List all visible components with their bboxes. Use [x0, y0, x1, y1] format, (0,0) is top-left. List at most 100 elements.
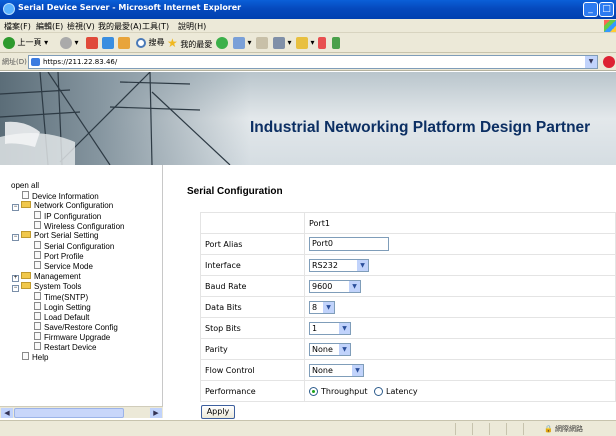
- port-column-header: Port1: [304, 212, 616, 234]
- baud-rate-label: Baud Rate: [200, 275, 305, 297]
- page-icon: [34, 251, 41, 259]
- row-port-alias: Port Alias Port0: [200, 233, 616, 255]
- discuss-icon: [318, 36, 326, 49]
- media-button[interactable]: [216, 36, 228, 50]
- collapse-icon[interactable]: −: [12, 285, 19, 292]
- search-button[interactable]: 搜尋: [136, 36, 165, 50]
- collapse-icon[interactable]: −: [12, 204, 19, 211]
- data-bits-select[interactable]: 8 ▼: [309, 300, 335, 314]
- banner-tagline: Industrial Networking Platform Design Pa…: [250, 119, 591, 136]
- menu-edit[interactable]: 編輯(E): [36, 21, 63, 32]
- print-button[interactable]: ▾: [273, 36, 292, 50]
- history-button[interactable]: ▾: [233, 36, 252, 50]
- form-header-row: Port1: [200, 212, 616, 234]
- messenger-button[interactable]: [332, 36, 340, 50]
- menu-view[interactable]: 檢視(V): [67, 21, 95, 32]
- forward-arrow-icon: [60, 36, 72, 49]
- nav-restart-device[interactable]: Restart Device: [34, 342, 96, 352]
- menu-file[interactable]: 檔案(F): [4, 21, 31, 32]
- nav-device-information[interactable]: Device Information: [22, 191, 99, 201]
- baud-rate-select[interactable]: 9600 ▼: [309, 279, 361, 293]
- chevron-down-icon: ▼: [339, 343, 350, 355]
- scroll-right-button[interactable]: ▶: [150, 408, 162, 418]
- parity-label: Parity: [200, 338, 305, 360]
- serial-config-form: Port1 Port Alias Port0 Interface RS232 ▼ …: [200, 212, 616, 402]
- nav-network-configuration[interactable]: − Network Configuration: [12, 201, 113, 211]
- chevron-down-icon: ▼: [323, 301, 334, 313]
- star-icon: ★: [167, 36, 178, 50]
- ship-rigging-illustration: [0, 72, 231, 165]
- stop-icon: [86, 36, 98, 49]
- internet-zone-label: 網際網路: [554, 425, 583, 433]
- interface-select[interactable]: RS232 ▼: [309, 258, 369, 272]
- expand-icon[interactable]: +: [12, 275, 19, 282]
- favorites-button[interactable]: ★ 我的最愛: [167, 36, 212, 50]
- go-icon[interactable]: [603, 56, 615, 68]
- nav-load-default[interactable]: Load Default: [34, 312, 89, 322]
- stop-button[interactable]: [86, 36, 98, 50]
- nav-management[interactable]: + Management: [12, 272, 81, 282]
- latency-radio[interactable]: [374, 386, 384, 396]
- nav-tree: open all Device Information − Network Con…: [0, 165, 163, 406]
- mail-button[interactable]: [256, 36, 268, 50]
- page-icon: [34, 221, 41, 229]
- print-icon: [273, 36, 285, 49]
- address-url: https://211.22.83.46/: [43, 58, 118, 66]
- open-all-link[interactable]: open all: [11, 181, 39, 191]
- sidebar-horizontal-scrollbar[interactable]: ◀ ▶: [0, 406, 163, 418]
- home-icon: [118, 36, 130, 49]
- scroll-left-button[interactable]: ◀: [1, 408, 13, 418]
- flow-control-label: Flow Control: [200, 359, 305, 381]
- menu-help[interactable]: 說明(H): [178, 21, 206, 32]
- nav-save-restore-config[interactable]: Save/Restore Config: [34, 322, 118, 332]
- maximize-button[interactable]: □: [599, 2, 614, 17]
- edit-button[interactable]: ▾: [296, 36, 315, 50]
- status-bar: 🔒 網際網路: [0, 420, 616, 436]
- page-icon: [34, 342, 41, 350]
- chevron-down-icon: ▼: [339, 322, 350, 334]
- row-performance: Performance Throughput Latency: [200, 380, 616, 402]
- menu-tools[interactable]: 工具(T): [142, 21, 169, 32]
- nav-ip-configuration[interactable]: IP Configuration: [34, 211, 101, 221]
- window-title-bar: Serial Device Server - Microsoft Interne…: [0, 0, 616, 19]
- page-icon: [34, 261, 41, 269]
- nav-help[interactable]: Help: [22, 352, 48, 362]
- nav-login-setting[interactable]: Login Setting: [34, 302, 91, 312]
- collapse-icon[interactable]: −: [12, 234, 19, 241]
- address-dropdown-button[interactable]: ▼: [585, 56, 597, 68]
- nav-wireless-configuration[interactable]: Wireless Configuration: [34, 221, 124, 231]
- interface-label: Interface: [200, 254, 305, 276]
- nav-port-serial-setting[interactable]: − Port Serial Setting: [12, 231, 98, 241]
- minimize-button[interactable]: _: [583, 2, 598, 17]
- window-title: Serial Device Server - Microsoft Interne…: [18, 3, 242, 12]
- search-icon: [136, 37, 146, 48]
- nav-time-sntp[interactable]: Time(SNTP): [34, 292, 88, 302]
- apply-button[interactable]: Apply: [201, 405, 235, 419]
- messenger-icon: [332, 36, 340, 49]
- address-input[interactable]: https://211.22.83.46/ ▼: [28, 55, 598, 69]
- page-icon: [34, 241, 41, 249]
- back-button[interactable]: 上一頁 ▾: [3, 36, 48, 50]
- menu-favorites[interactable]: 我的最愛(A): [98, 21, 142, 32]
- security-zone: 🔒 網際網路: [544, 424, 583, 434]
- discuss-button[interactable]: [318, 36, 326, 50]
- page-icon: [34, 302, 41, 310]
- folder-open-icon: [21, 201, 31, 208]
- nav-serial-configuration[interactable]: Serial Configuration: [34, 241, 114, 251]
- throughput-radio[interactable]: [309, 386, 318, 396]
- refresh-button[interactable]: [102, 36, 114, 50]
- scrollbar-thumb[interactable]: [14, 408, 124, 418]
- stop-bits-select[interactable]: 1 ▼: [309, 321, 351, 335]
- nav-port-profile[interactable]: Port Profile: [34, 251, 84, 261]
- flow-control-select[interactable]: None ▼: [309, 363, 364, 377]
- forward-button[interactable]: ▾: [60, 36, 79, 50]
- nav-service-mode[interactable]: Service Mode: [34, 261, 93, 271]
- nav-firmware-upgrade[interactable]: Firmware Upgrade: [34, 332, 110, 342]
- parity-select[interactable]: None ▼: [309, 342, 351, 356]
- windows-logo-icon: [604, 20, 616, 32]
- port-alias-input[interactable]: Port0: [309, 237, 389, 251]
- home-button[interactable]: [118, 36, 130, 50]
- nav-system-tools[interactable]: − System Tools: [12, 282, 81, 292]
- media-icon: [216, 36, 228, 49]
- row-flow-control: Flow Control None ▼: [200, 359, 616, 381]
